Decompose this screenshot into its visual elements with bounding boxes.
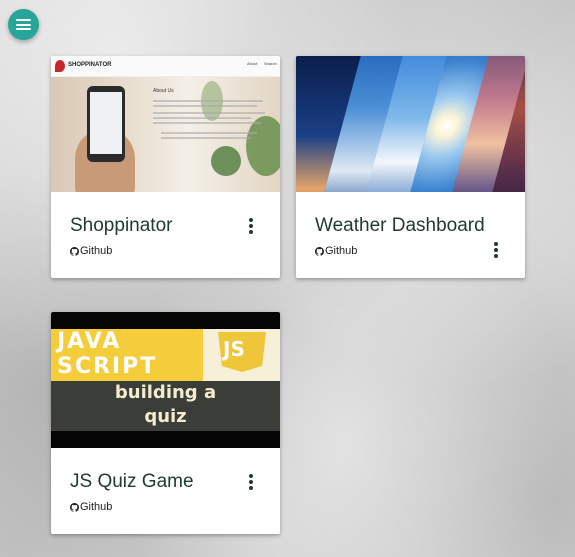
thumb-script-text: SCRIPT xyxy=(57,354,158,379)
github-icon xyxy=(70,502,79,512)
thumb-java-text: JAVA xyxy=(57,329,122,354)
project-card-weather-dashboard[interactable]: Weather Dashboard Github xyxy=(296,56,525,278)
project-card-shoppinator[interactable]: About Us SHOPPINATOR About Search Shoppi… xyxy=(51,56,280,278)
github-label: Github xyxy=(325,245,358,257)
thumb-nav-about: About xyxy=(247,61,258,66)
thumb-caption-building: building a xyxy=(114,382,217,403)
more-vertical-icon[interactable] xyxy=(246,217,256,235)
more-vertical-icon[interactable] xyxy=(491,241,501,259)
github-icon xyxy=(315,246,324,256)
thumb-js-badge: JS xyxy=(223,337,245,361)
menu-button[interactable] xyxy=(8,9,39,40)
hamburger-menu-icon xyxy=(16,19,31,30)
shoppinator-brand: SHOPPINATOR xyxy=(68,62,112,68)
project-image-js-quiz-game[interactable]: JAVA SCRIPT JS building a quiz xyxy=(51,312,280,448)
github-label: Github xyxy=(80,245,113,257)
github-link[interactable]: Github xyxy=(70,501,112,513)
project-image-weather-dashboard[interactable] xyxy=(296,56,525,192)
github-link[interactable]: Github xyxy=(315,245,357,257)
github-link[interactable]: Github xyxy=(70,245,112,257)
card-title[interactable]: Shoppinator xyxy=(70,215,172,237)
github-icon xyxy=(70,246,79,256)
more-vertical-icon[interactable] xyxy=(246,473,256,491)
about-heading: About Us xyxy=(153,88,174,94)
thumb-caption-quiz: quiz xyxy=(144,406,187,427)
github-label: Github xyxy=(80,501,113,513)
project-image-shoppinator[interactable]: About Us SHOPPINATOR About Search xyxy=(51,56,280,192)
thumb-nav-search: Search xyxy=(264,61,277,66)
card-title[interactable]: Weather Dashboard xyxy=(315,215,485,237)
project-card-js-quiz-game[interactable]: JAVA SCRIPT JS building a quiz JS Quiz G… xyxy=(51,312,280,534)
shoppinator-logo xyxy=(55,60,65,72)
card-title[interactable]: JS Quiz Game xyxy=(70,471,194,493)
